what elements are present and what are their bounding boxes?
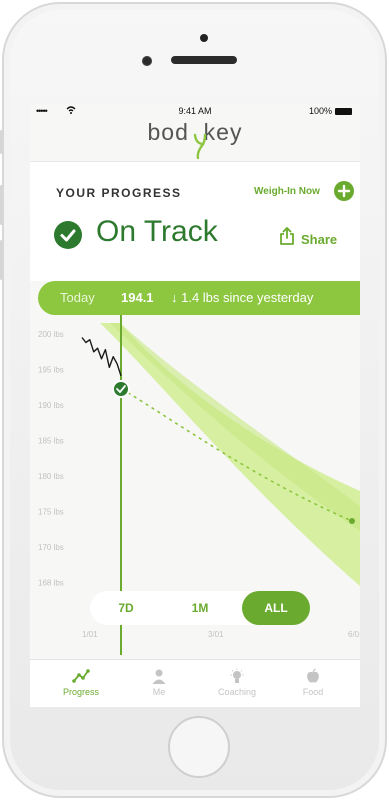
y-axis-ticks: 200 lbs 195 lbs 190 lbs 185 lbs 180 lbs 175 l… [38, 330, 64, 588]
y-tick-label: 190 lbs [38, 401, 64, 410]
tab-label: Progress [62, 687, 99, 697]
projection-band [100, 323, 360, 586]
range-7d-button[interactable]: 7D [98, 591, 154, 625]
progress-status: On Track [96, 215, 218, 248]
plus-icon [337, 184, 351, 198]
tab-food[interactable]: Food [278, 668, 348, 697]
range-all-button[interactable]: ALL [242, 591, 310, 625]
battery-percent: 100% [308, 106, 332, 116]
volume-up-button [0, 185, 3, 225]
share-button[interactable]: Share [301, 232, 337, 247]
time-range-selector: 7D 1M ALL [90, 591, 310, 625]
add-weigh-in-button[interactable] [334, 181, 354, 201]
apple-icon [307, 668, 319, 683]
top-camera [200, 34, 208, 42]
tab-coaching[interactable]: Coaching [202, 668, 272, 697]
x-tick-label: 1/01 [82, 630, 98, 639]
section-heading: YOUR PROGRESS [56, 186, 182, 200]
projection-band-inner [110, 323, 360, 531]
status-bar: ••••• 9:41 AM 100% [30, 103, 360, 119]
y-tick-label: 168 lbs [38, 579, 64, 588]
weight-series-line [81, 337, 122, 377]
today-weight: 194.1 [121, 290, 154, 305]
on-track-check-icon [54, 221, 82, 249]
y-tick-label: 200 lbs [38, 330, 64, 339]
y-tick-label: 185 lbs [38, 437, 64, 446]
today-label: Today [60, 290, 95, 305]
x-axis-ticks: 1/01 3/01 6/01 [82, 630, 360, 639]
y-tick-label: 170 lbs [38, 543, 64, 552]
today-summary: Today 194.1 ↓ 1.4 lbs since yesterday [38, 281, 360, 315]
tab-label: Coaching [217, 687, 257, 697]
progress-icon [72, 669, 90, 683]
earpiece-speaker [171, 56, 237, 64]
today-marker [112, 380, 130, 398]
tab-progress[interactable]: Progress [46, 668, 116, 697]
x-tick-label: 6/01 [348, 630, 360, 639]
person-icon [152, 669, 166, 684]
y-tick-label: 175 lbs [38, 508, 64, 517]
battery-icon [335, 108, 352, 115]
weigh-in-link[interactable]: Weigh-In Now [254, 186, 320, 197]
logo-leaf-icon [193, 133, 207, 159]
tab-me[interactable]: Me [124, 668, 194, 697]
mute-switch [0, 130, 3, 154]
tab-label: Me [152, 687, 166, 697]
y-tick-label: 195 lbs [38, 366, 64, 375]
x-tick-label: 3/01 [208, 630, 224, 639]
app-screen: ••••• 9:41 AM 100% bod key YOUR PROGRESS… [30, 103, 360, 707]
projection-end-point [349, 518, 355, 524]
front-camera [142, 56, 152, 66]
lightbulb-icon [230, 668, 244, 683]
home-button[interactable] [168, 716, 230, 778]
weight-change: ↓ 1.4 lbs since yesterday [171, 290, 314, 305]
volume-down-button [0, 240, 3, 280]
range-1m-button[interactable]: 1M [172, 591, 228, 625]
y-tick-label: 180 lbs [38, 472, 64, 481]
tab-label: Food [302, 687, 324, 697]
tab-bar: Progress Me Coaching Food [30, 659, 360, 707]
share-icon[interactable] [279, 227, 295, 245]
